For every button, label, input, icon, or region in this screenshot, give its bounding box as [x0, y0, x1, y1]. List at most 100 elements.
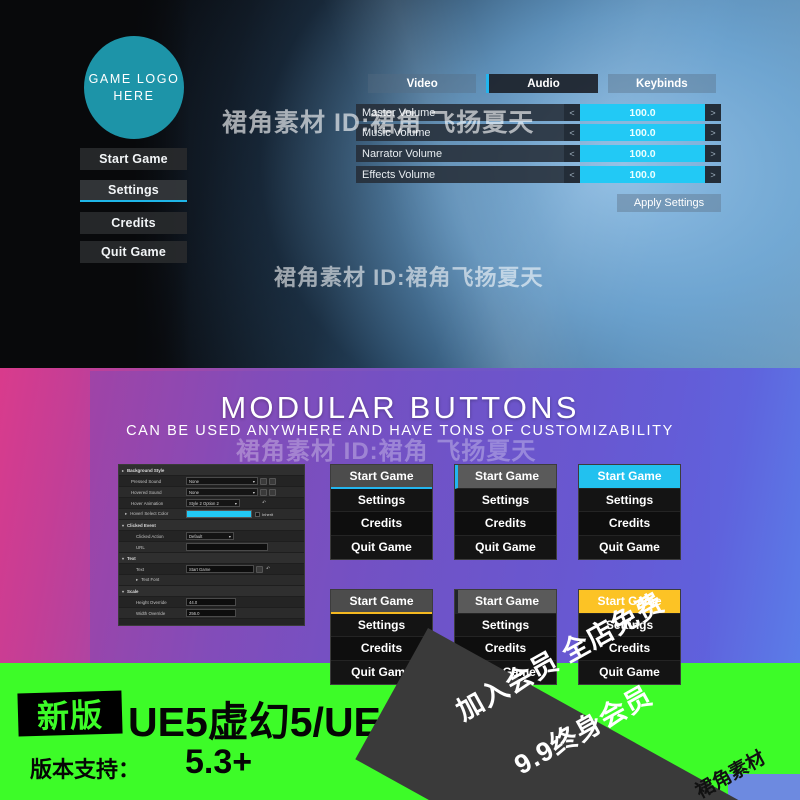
menu-button-settings[interactable]: Settings: [80, 180, 187, 202]
details-row-height-override: Height Override 44.0: [119, 597, 304, 608]
height-override-input[interactable]: 44.0: [186, 598, 236, 606]
setting-value[interactable]: 100.0: [580, 145, 705, 162]
width-override-input[interactable]: 256.0: [186, 609, 236, 617]
details-row-label: Width Override: [136, 610, 166, 616]
variant-button-credits[interactable]: Credits: [331, 512, 432, 536]
variant-button-start-game[interactable]: Start Game: [331, 590, 432, 614]
hover-select-color-swatch[interactable]: [186, 510, 252, 518]
variant-button-start-game[interactable]: Start Game: [331, 465, 432, 489]
variant-button-settings[interactable]: Settings: [579, 488, 680, 512]
decrement-arrow-icon[interactable]: <: [564, 104, 580, 121]
menu-button-quit-game[interactable]: Quit Game: [80, 241, 187, 263]
apply-settings-label: Apply Settings: [633, 197, 705, 209]
use-selected-asset-icon[interactable]: [269, 488, 276, 496]
variant-button-settings[interactable]: Settings: [455, 488, 556, 512]
details-category-scale[interactable]: ▾ Scale: [119, 586, 304, 597]
tab-label: Video: [406, 77, 438, 90]
button-label: Start Game: [474, 594, 540, 609]
details-category-background-style[interactable]: ▸ Background Style: [119, 465, 304, 476]
inherit-checkbox-group[interactable]: Inherit: [255, 511, 273, 517]
tab-label: Audio: [527, 77, 560, 90]
menu-button-credits[interactable]: Credits: [80, 212, 187, 234]
combo-value: Default: [189, 533, 203, 539]
combo-value: None: [189, 489, 200, 495]
combo-value: None: [189, 478, 200, 484]
decrement-arrow-icon[interactable]: <: [564, 145, 580, 162]
button-label: Start Game: [474, 469, 540, 484]
text-input[interactable]: Start Game: [186, 565, 254, 573]
chevron-right-icon: ▸: [125, 511, 128, 516]
reset-to-default-icon[interactable]: ↶: [262, 500, 266, 506]
bind-property-icon[interactable]: [256, 565, 263, 573]
setting-value[interactable]: 100.0: [580, 104, 705, 121]
checkbox-icon[interactable]: [255, 511, 260, 517]
details-row-label: URL: [136, 544, 145, 550]
increment-arrow-icon[interactable]: >: [705, 145, 721, 162]
variant-button-quit-game[interactable]: Quit Game: [579, 535, 680, 559]
increment-arrow-icon[interactable]: >: [705, 124, 721, 141]
decrement-arrow-icon[interactable]: <: [564, 124, 580, 141]
url-input[interactable]: [186, 543, 268, 551]
button-label: Credits: [360, 641, 403, 656]
reset-to-default-icon[interactable]: ↶: [266, 566, 270, 572]
variant-button-credits[interactable]: Credits: [579, 512, 680, 536]
use-selected-asset-icon[interactable]: [269, 477, 276, 485]
browse-icon[interactable]: [260, 488, 267, 496]
hover-animation-combo[interactable]: Style 2 Option 2 ▾: [186, 499, 240, 507]
button-label: Start Game: [349, 593, 414, 608]
pressed-sound-combo[interactable]: None ▾: [186, 477, 258, 485]
chevron-down-icon: ▾: [122, 588, 125, 594]
setting-value[interactable]: 100.0: [580, 124, 705, 141]
details-row-label: Pressed Sound: [131, 478, 162, 484]
button-label: Credits: [360, 516, 403, 531]
variant-button-start-game[interactable]: Start Game: [455, 590, 556, 614]
increment-arrow-icon[interactable]: >: [705, 166, 721, 183]
tab-audio[interactable]: Audio: [486, 74, 598, 93]
variant-button-settings[interactable]: Settings: [331, 488, 432, 512]
setting-row-effects-volume: Effects Volume < 100.0 >: [356, 166, 721, 183]
details-category-label: Clicked Event: [127, 522, 156, 528]
setting-row-music-volume: Music Volume < 100.0 >: [356, 124, 721, 141]
game-logo: GAME LOGO HERE: [84, 36, 184, 139]
details-category-label: Text: [127, 555, 136, 561]
apply-settings-button[interactable]: Apply Settings: [617, 194, 721, 212]
details-category-text[interactable]: ▾ Text: [119, 553, 304, 564]
button-label: Settings: [481, 492, 530, 507]
variant-button-start-game[interactable]: Start Game: [579, 465, 680, 489]
details-category-clicked-event[interactable]: ▾ Clicked Event: [119, 520, 304, 531]
variant-button-quit-game[interactable]: Quit Game: [455, 535, 556, 559]
increment-arrow-icon[interactable]: >: [705, 104, 721, 121]
decrement-arrow-icon[interactable]: <: [564, 166, 580, 183]
tab-video[interactable]: Video: [368, 74, 477, 93]
clicked-action-combo[interactable]: Default ▾: [186, 532, 234, 540]
menu-button-label: Start Game: [99, 152, 168, 166]
tab-keybinds[interactable]: Keybinds: [607, 74, 716, 93]
variant-button-quit-game[interactable]: Quit Game: [331, 535, 432, 559]
button-label: Settings: [605, 492, 654, 507]
chevron-down-icon: ▾: [234, 500, 237, 506]
setting-value[interactable]: 100.0: [580, 166, 705, 183]
variant-button-settings[interactable]: Settings: [331, 613, 432, 637]
details-row-hovered-sound: Hovered Sound None ▾: [119, 487, 304, 498]
tab-label: Keybinds: [635, 77, 688, 90]
details-row-label: Clicked Action: [136, 533, 164, 539]
button-label: Start Game: [597, 469, 662, 484]
setting-label: Effects Volume: [362, 168, 436, 181]
hovered-sound-combo[interactable]: None ▾: [186, 488, 258, 496]
details-row-label: Text: [136, 566, 145, 572]
variant-button-start-game[interactable]: Start Game: [455, 465, 556, 489]
ue-details-panel: ▸ Background Style Pressed Sound None ▾ …: [118, 464, 305, 626]
button-column-underline-blue: Start Game Settings Credits Quit Game: [330, 464, 433, 560]
chevron-down-icon: ▾: [252, 489, 255, 495]
details-row-label: Height Override: [136, 599, 167, 605]
menu-button-label: Credits: [111, 216, 156, 230]
setting-row-master-volume: Master Volume < 100.0 >: [356, 104, 721, 121]
menu-button-start-game[interactable]: Start Game: [80, 148, 187, 170]
variant-button-settings[interactable]: Settings: [455, 613, 556, 637]
details-row-clicked-action: Clicked Action Default ▾: [119, 531, 304, 542]
setting-row-narrator-volume: Narrator Volume < 100.0 >: [356, 145, 721, 162]
button-label: Quit Game: [599, 665, 660, 680]
variant-button-credits[interactable]: Credits: [455, 512, 556, 536]
browse-icon[interactable]: [260, 477, 267, 485]
details-row-text: Text Start Game ↶: [119, 564, 304, 575]
